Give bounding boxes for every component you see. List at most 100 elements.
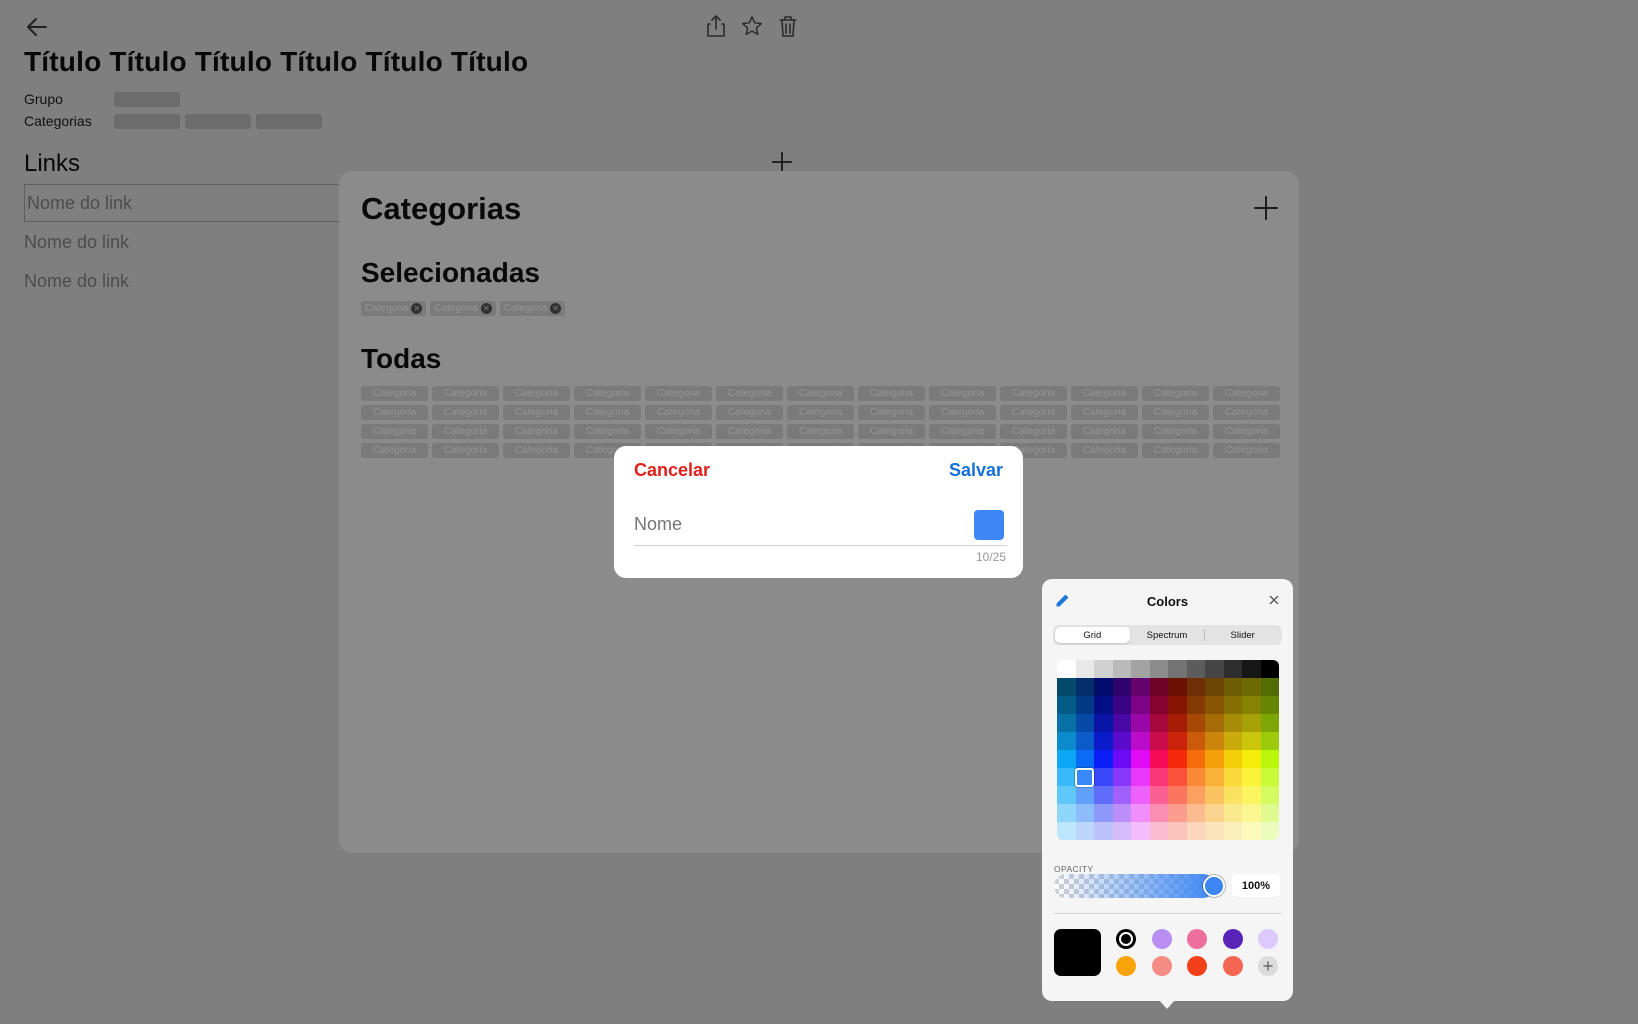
color-grid-cell[interactable] bbox=[1242, 822, 1261, 840]
color-grid-cell[interactable] bbox=[1242, 804, 1261, 822]
color-grid-cell[interactable] bbox=[1131, 804, 1150, 822]
color-grid-cell[interactable] bbox=[1094, 714, 1113, 732]
color-grid-cell[interactable] bbox=[1242, 714, 1261, 732]
color-grid-cell[interactable] bbox=[1260, 696, 1279, 714]
category-chip[interactable]: Categoria bbox=[361, 405, 428, 420]
category-chip[interactable]: Categoria bbox=[1142, 424, 1209, 439]
color-grid-cell[interactable] bbox=[1057, 786, 1076, 804]
color-grid-cell[interactable] bbox=[1094, 768, 1113, 786]
saved-color-swatch[interactable] bbox=[1151, 929, 1172, 949]
cancel-button[interactable]: Cancelar bbox=[634, 460, 710, 481]
category-chip[interactable]: Categoria bbox=[1071, 443, 1138, 458]
category-chip[interactable]: Categoria bbox=[1071, 405, 1138, 420]
color-grid-cell[interactable] bbox=[1112, 786, 1131, 804]
category-chip[interactable]: Categoria bbox=[929, 424, 996, 439]
color-grid-cell[interactable] bbox=[1131, 696, 1150, 714]
category-chip[interactable]: Categoria bbox=[716, 386, 783, 401]
opacity-slider-track[interactable] bbox=[1054, 874, 1215, 898]
color-grid-cell[interactable] bbox=[1186, 678, 1205, 696]
color-grid-cell[interactable] bbox=[1094, 696, 1113, 714]
category-chip[interactable]: Categoria bbox=[503, 424, 570, 439]
color-grid-cell[interactable] bbox=[1168, 696, 1187, 714]
color-grid-cell[interactable] bbox=[1057, 804, 1076, 822]
category-chip[interactable]: Categoria bbox=[645, 386, 712, 401]
category-chip[interactable]: Categoria bbox=[716, 424, 783, 439]
saved-color-swatch[interactable] bbox=[1187, 956, 1207, 976]
remove-chip-icon[interactable]: ✕ bbox=[411, 303, 423, 314]
tab-grid[interactable]: Grid bbox=[1055, 627, 1130, 643]
color-grid-cell[interactable] bbox=[1260, 660, 1279, 678]
category-chip[interactable]: Categoria bbox=[1000, 386, 1067, 401]
category-chip[interactable]: Categoria bbox=[787, 405, 854, 420]
color-grid-cell[interactable] bbox=[1242, 786, 1261, 804]
tab-spectrum[interactable]: Spectrum bbox=[1130, 627, 1205, 643]
category-name-input[interactable] bbox=[634, 514, 934, 535]
color-grid-cell[interactable] bbox=[1260, 822, 1279, 840]
color-grid-cell[interactable] bbox=[1260, 678, 1279, 696]
opacity-value-field[interactable]: 100% bbox=[1232, 874, 1280, 897]
color-grid-cell[interactable] bbox=[1223, 732, 1242, 750]
color-grid-cell[interactable] bbox=[1075, 678, 1094, 696]
saved-color-swatch[interactable] bbox=[1151, 956, 1172, 976]
category-chip[interactable]: Categoria bbox=[858, 405, 925, 420]
color-grid-cell[interactable] bbox=[1223, 786, 1242, 804]
category-chip[interactable]: Categoria bbox=[361, 386, 428, 401]
category-chip[interactable]: Categoria bbox=[1142, 386, 1209, 401]
color-grid-cell[interactable] bbox=[1112, 660, 1131, 678]
selected-category-chip[interactable]: Categoria ✕ bbox=[430, 301, 496, 316]
color-grid-cell[interactable] bbox=[1057, 714, 1076, 732]
color-grid-cell[interactable] bbox=[1094, 804, 1113, 822]
color-grid-cell[interactable] bbox=[1205, 696, 1224, 714]
saved-color-swatch[interactable] bbox=[1116, 956, 1136, 976]
color-grid-cell[interactable] bbox=[1205, 768, 1224, 786]
category-chip[interactable]: Categoria bbox=[503, 405, 570, 420]
color-grid-cell[interactable] bbox=[1242, 750, 1261, 768]
color-grid-cell[interactable] bbox=[1149, 732, 1168, 750]
color-grid-cell[interactable] bbox=[1168, 804, 1187, 822]
color-grid-cell[interactable] bbox=[1205, 804, 1224, 822]
color-grid-cell[interactable] bbox=[1186, 696, 1205, 714]
saved-color-swatch[interactable] bbox=[1116, 929, 1136, 949]
category-chip[interactable]: Categoria bbox=[645, 424, 712, 439]
color-grid-cell[interactable] bbox=[1112, 804, 1131, 822]
add-color-icon[interactable] bbox=[1258, 956, 1278, 976]
color-grid-cell[interactable] bbox=[1186, 732, 1205, 750]
color-grid-cell[interactable] bbox=[1186, 768, 1205, 786]
color-grid-cell[interactable] bbox=[1205, 714, 1224, 732]
color-grid-cell[interactable] bbox=[1094, 822, 1113, 840]
add-category-icon[interactable] bbox=[1253, 195, 1279, 221]
color-grid-cell[interactable] bbox=[1149, 786, 1168, 804]
category-chip[interactable]: Categoria bbox=[503, 443, 570, 458]
color-grid-cell[interactable] bbox=[1168, 714, 1187, 732]
color-grid-cell[interactable] bbox=[1149, 660, 1168, 678]
save-button[interactable]: Salvar bbox=[949, 460, 1003, 481]
saved-color-swatch[interactable] bbox=[1187, 929, 1207, 949]
color-grid-cell[interactable] bbox=[1186, 750, 1205, 768]
color-grid-cell[interactable] bbox=[1260, 804, 1279, 822]
category-chip[interactable]: Categoria bbox=[858, 386, 925, 401]
color-grid-cell[interactable] bbox=[1223, 696, 1242, 714]
color-grid-cell[interactable] bbox=[1168, 732, 1187, 750]
selected-category-chip[interactable]: Categoria ✕ bbox=[361, 301, 427, 316]
category-chip[interactable]: Categoria bbox=[1142, 405, 1209, 420]
color-grid-cell[interactable] bbox=[1149, 804, 1168, 822]
color-grid-cell[interactable] bbox=[1223, 822, 1242, 840]
color-grid-cell[interactable] bbox=[1075, 750, 1094, 768]
color-grid-cell[interactable] bbox=[1242, 696, 1261, 714]
color-grid-cell[interactable] bbox=[1131, 714, 1150, 732]
color-grid-cell[interactable] bbox=[1075, 714, 1094, 732]
color-grid-cell[interactable] bbox=[1168, 822, 1187, 840]
color-grid-cell[interactable] bbox=[1149, 822, 1168, 840]
color-grid-cell[interactable] bbox=[1075, 660, 1094, 678]
color-grid-cell[interactable] bbox=[1112, 768, 1131, 786]
color-grid-cell[interactable] bbox=[1186, 660, 1205, 678]
category-chip[interactable]: Categoria bbox=[574, 386, 641, 401]
close-icon[interactable] bbox=[1267, 593, 1281, 607]
category-chip[interactable]: Categoria bbox=[432, 386, 499, 401]
color-grid-cell[interactable] bbox=[1242, 678, 1261, 696]
category-chip[interactable]: Categoria bbox=[1071, 386, 1138, 401]
category-chip[interactable]: Categoria bbox=[432, 443, 499, 458]
color-grid-cell[interactable] bbox=[1131, 732, 1150, 750]
color-grid-cell[interactable] bbox=[1223, 768, 1242, 786]
color-grid-cell[interactable] bbox=[1112, 678, 1131, 696]
